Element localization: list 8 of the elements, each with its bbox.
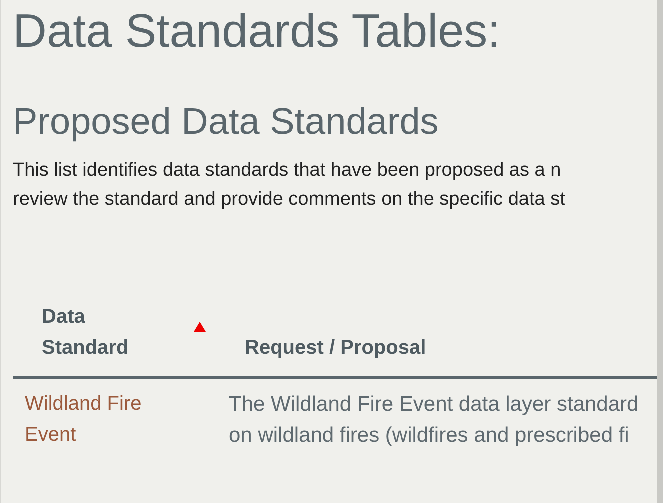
page-title: Data Standards Tables: [13,3,502,56]
standard-link[interactable]: Wildland Fire Event [13,389,229,451]
intro-paragraph: This list identifies data standards that have been proposed as a n review the standard and provide comments on the specific data st [13,159,566,212]
column-header[interactable]: Data Standard [42,302,129,364]
sort-ascending-icon[interactable] [194,322,206,332]
section-heading: Proposed Data Standards [13,102,440,142]
table-cell-text: The Wildland Fire Event data layer standard on wildland fires (wildfires and prescribed fi [229,392,639,449]
column-header[interactable]: Request / Proposal [245,333,426,364]
